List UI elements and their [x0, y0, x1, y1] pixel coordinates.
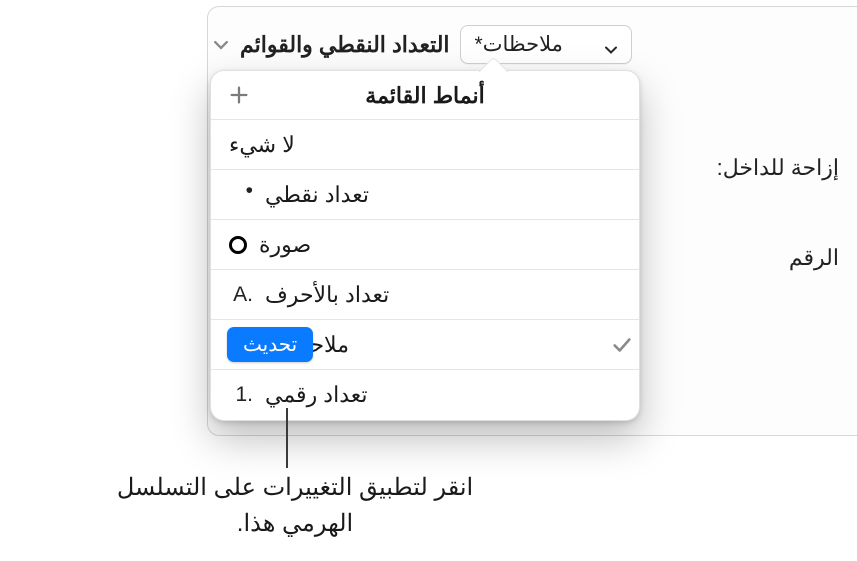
style-item-notes[interactable]: تحديث ملاحظات A.: [211, 320, 639, 370]
style-item-label: تعداد بالأحرف: [265, 282, 389, 308]
style-item-label: تعداد رقمي: [265, 382, 368, 408]
popover-header: أنماط القائمة: [211, 71, 639, 119]
style-item-label: لا شيء: [229, 132, 295, 158]
list-style-dropdown-label: ملاحظات*: [475, 32, 563, 57]
style-item-none[interactable]: لا شيء: [211, 120, 639, 170]
section-title: التعداد النقطي والقوائم: [240, 32, 450, 58]
style-item-bullet[interactable]: تعداد نقطي •: [211, 170, 639, 220]
style-item-label: صورة: [259, 232, 311, 258]
circle-icon: [229, 236, 247, 254]
style-item-prefix: A.: [229, 283, 253, 307]
style-item-label: تعداد نقطي: [265, 182, 369, 208]
add-style-button[interactable]: [225, 81, 253, 109]
update-button[interactable]: تحديث: [227, 327, 313, 362]
callout-leader-line: [286, 408, 288, 468]
style-item-lettered[interactable]: تعداد بالأحرف A.: [211, 270, 639, 320]
popover-title: أنماط القائمة: [365, 83, 484, 109]
section-header-row: ملاحظات* التعداد النقطي والقوائم: [208, 17, 845, 72]
list-styles-popover: أنماط القائمة لا شيء تعداد نقطي • صورة ت…: [210, 70, 640, 421]
popover-list: لا شيء تعداد نقطي • صورة تعداد بالأحرف A…: [211, 119, 639, 420]
disclosure-chevron-icon[interactable]: [212, 36, 230, 54]
chevron-down-icon: [603, 38, 617, 52]
callout-text: انقر لتطبيق التغييرات على التسلسل الهرمي…: [110, 470, 480, 542]
list-style-dropdown[interactable]: ملاحظات*: [460, 25, 632, 64]
checkmark-icon: [601, 334, 643, 356]
style-item-prefix: 1.: [229, 383, 253, 407]
style-item-numbered[interactable]: تعداد رقمي 1.: [211, 370, 639, 420]
style-item-image[interactable]: صورة: [211, 220, 639, 270]
